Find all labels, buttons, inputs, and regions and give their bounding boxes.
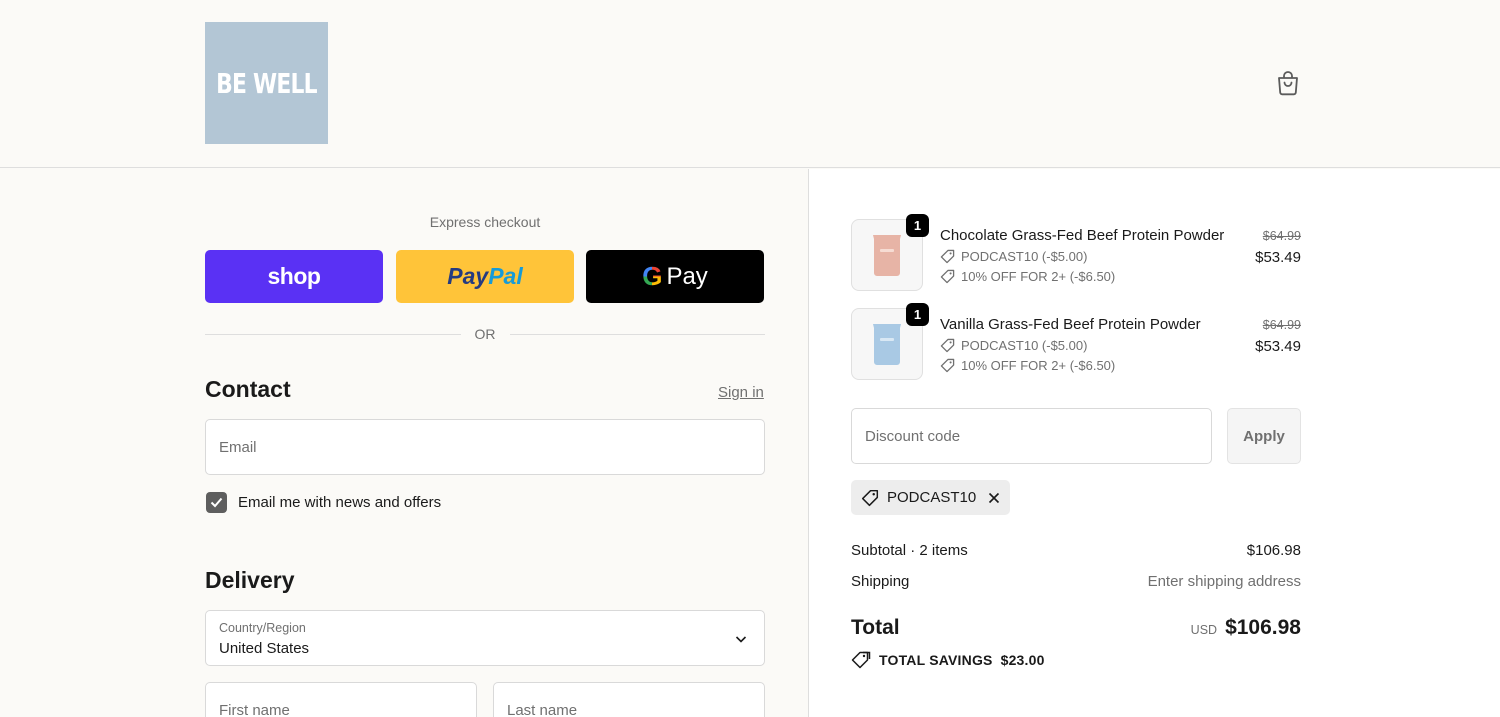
subtotal-label: Subtotal · 2 items [851,542,968,559]
discounted-price: $53.49 [1255,249,1301,266]
last-name-field-wrapper [493,682,765,717]
product-name: Chocolate Grass-Fed Beef Protein Powder [940,227,1225,244]
checkmark-icon [210,497,223,508]
email-input[interactable] [206,420,764,474]
separator-line [205,333,461,335]
close-icon[interactable] [988,492,1000,504]
protein-pouch-icon [873,324,901,365]
subtotal-value: $106.98 [1246,542,1301,559]
tag-icon [940,269,955,284]
discount-code-input[interactable] [852,409,1211,463]
country-select[interactable]: Country/Region United States [205,610,765,666]
discount-line: PODCAST10 (-$5.00) [940,338,1087,353]
discount-line: PODCAST10 (-$5.00) [940,249,1087,264]
sign-in-link[interactable]: Sign in [718,384,764,401]
google-g-icon: G [642,261,663,291]
store-logo[interactable]: BE WELL [205,22,328,144]
discount-line: 10% OFF FOR 2+ (-$6.50) [940,269,1115,284]
total-label: Total [851,616,900,639]
protein-pouch-icon [873,235,901,276]
paypal-label-pal: Pal [488,263,523,289]
savings-label: TOTAL SAVINGS [879,652,993,668]
currency-code: USD [1190,623,1218,637]
total-amount-group: USD $106.98 [1191,616,1301,640]
tag-icon [940,338,955,353]
delivery-heading: Delivery [205,567,295,593]
shipping-label: Shipping [851,573,910,590]
tag-icon [940,358,955,373]
paypal-button[interactable]: Pay Pal [396,250,574,303]
or-separator: OR [205,324,765,344]
or-label: OR [474,326,496,342]
google-pay-label: Pay [666,262,708,290]
discount-line: 10% OFF FOR 2+ (-$6.50) [940,358,1115,373]
chevron-down-icon [735,636,747,643]
last-name-input[interactable] [494,683,764,717]
express-checkout-label: Express checkout [429,214,541,230]
shipping-row: Shipping Enter shipping address [851,573,1301,590]
shop-pay-label: shop [267,263,321,289]
discount-text: 10% OFF FOR 2+ (-$6.50) [961,269,1116,284]
apply-discount-button[interactable]: Apply [1227,408,1301,464]
product-name: Vanilla Grass-Fed Beef Protein Powder [940,316,1201,333]
newsletter-label: Email me with news and offers [238,494,442,511]
google-pay-button[interactable]: G Pay [586,250,764,303]
newsletter-option: Email me with news and offers [206,492,441,513]
cart-item: 1 Vanilla Grass-Fed Beef Protein Powder … [851,303,1301,382]
shopping-bag-icon[interactable] [1276,70,1300,96]
country-value: United States [219,640,310,657]
shipping-value: Enter shipping address [1147,573,1301,590]
savings-value: $23.00 [1000,652,1045,668]
total-row: Total USD $106.98 [851,616,1301,640]
tag-icon [940,249,955,264]
original-price: $64.99 [1262,229,1301,243]
quantity-badge: 1 [906,303,929,326]
total-savings: TOTAL SAVINGS $23.00 [851,651,1045,669]
first-name-field-wrapper [205,682,477,717]
total-value: $106.98 [1225,616,1301,639]
logo-text: BE WELL [216,66,317,100]
contact-heading: Contact [205,376,291,402]
discount-text: PODCAST10 (-$5.00) [961,338,1088,353]
discount-field-wrapper [851,408,1212,464]
discount-text: 10% OFF FOR 2+ (-$6.50) [961,358,1116,373]
newsletter-checkbox[interactable] [206,492,227,513]
cart-item: 1 Chocolate Grass-Fed Beef Protein Powde… [851,214,1301,293]
discounted-price: $53.49 [1255,338,1301,355]
email-field-wrapper [205,419,765,475]
savings-tag-icon [851,651,871,669]
original-price: $64.99 [1262,318,1301,332]
separator-line [509,333,765,335]
applied-discount-chip: PODCAST10 [851,480,1011,515]
subtotal-row: Subtotal · 2 items $106.98 [851,542,1301,559]
paypal-label-pay: Pay [447,263,489,289]
first-name-input[interactable] [206,683,476,717]
tag-icon [861,489,879,506]
shop-pay-button[interactable]: shop [205,250,383,303]
applied-code-text: PODCAST10 [887,489,977,506]
quantity-badge: 1 [906,214,929,237]
site-header: BE WELL [0,0,1500,168]
country-label: Country/Region [219,621,306,635]
discount-text: PODCAST10 (-$5.00) [961,249,1088,264]
